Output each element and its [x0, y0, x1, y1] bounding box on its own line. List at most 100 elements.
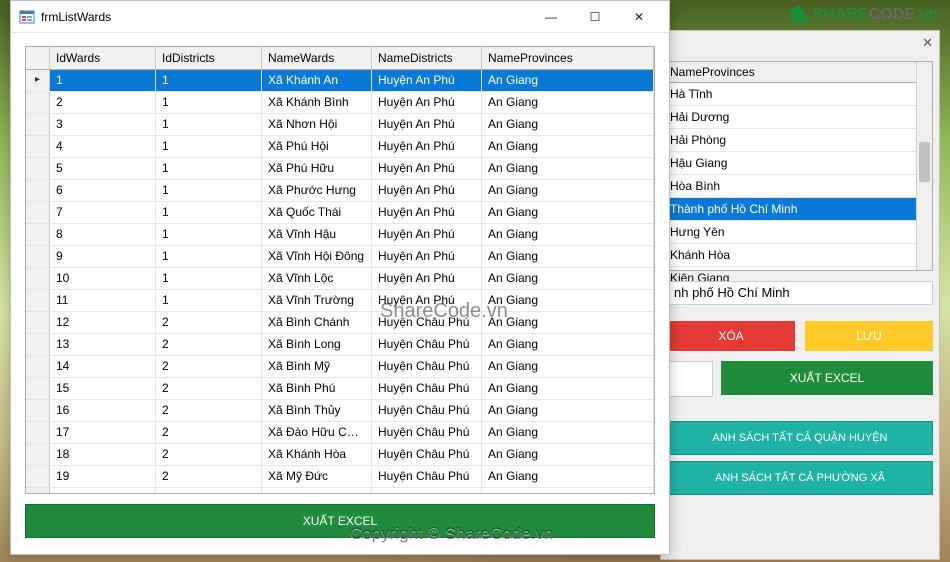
- cell-iddistricts[interactable]: 2: [156, 466, 262, 487]
- cell-iddistricts[interactable]: 2: [156, 334, 262, 355]
- col-nameprovinces[interactable]: NameProvinces: [482, 47, 654, 69]
- cell-idwards[interactable]: 16: [50, 400, 156, 421]
- cell-nameprovinces[interactable]: An Giang: [482, 114, 654, 135]
- cell-namewards[interactable]: Xã Vĩnh Hội Đông: [262, 246, 372, 267]
- table-row[interactable]: 51Xã Phú HữuHuyện An PhúAn Giang: [26, 158, 654, 180]
- small-input[interactable]: [667, 361, 713, 397]
- cell-namedistricts[interactable]: Huyện An Phú: [372, 290, 482, 311]
- row-header[interactable]: [26, 488, 50, 494]
- cell-nameprovinces[interactable]: An Giang: [482, 268, 654, 289]
- cell-namedistricts[interactable]: Huyện Châu Phú: [372, 466, 482, 487]
- cell-iddistricts[interactable]: 2: [156, 378, 262, 399]
- province-row[interactable]: Hà Tĩnh: [662, 83, 932, 106]
- province-row[interactable]: Hưng Yên: [662, 221, 932, 244]
- cell-nameprovinces[interactable]: An Giang: [482, 378, 654, 399]
- row-header[interactable]: [26, 334, 50, 355]
- cell-idwards[interactable]: 12: [50, 312, 156, 333]
- cell-iddistricts[interactable]: 1: [156, 114, 262, 135]
- cell-namedistricts[interactable]: Huyện Châu Phú: [372, 312, 482, 333]
- cell-idwards[interactable]: 20: [50, 488, 156, 494]
- cell-nameprovinces[interactable]: An Giang: [482, 466, 654, 487]
- province-row[interactable]: Hải Dương: [662, 106, 932, 129]
- cell-namewards[interactable]: Xã Nhơn Hội: [262, 114, 372, 135]
- cell-nameprovinces[interactable]: An Giang: [482, 290, 654, 311]
- cell-nameprovinces[interactable]: An Giang: [482, 488, 654, 494]
- cell-nameprovinces[interactable]: An Giang: [482, 180, 654, 201]
- row-header[interactable]: [26, 136, 50, 157]
- table-row[interactable]: 202Xã Mỹ PhúHuyện Châu PhúAn Giang: [26, 488, 654, 494]
- province-name-input[interactable]: nh phố Hồ Chí Minh: [667, 281, 933, 305]
- cell-namedistricts[interactable]: Huyện An Phú: [372, 180, 482, 201]
- row-header[interactable]: [26, 92, 50, 113]
- save-button[interactable]: LƯU: [805, 321, 933, 351]
- row-header[interactable]: [26, 378, 50, 399]
- row-header[interactable]: [26, 202, 50, 223]
- cell-namewards[interactable]: Xã Mỹ Đức: [262, 466, 372, 487]
- col-namewards[interactable]: NameWards: [262, 47, 372, 69]
- cell-idwards[interactable]: 11: [50, 290, 156, 311]
- province-row[interactable]: Hậu Giang: [662, 152, 932, 175]
- scrollbar[interactable]: [916, 62, 932, 270]
- table-row[interactable]: 152Xã Bình PhúHuyện Châu PhúAn Giang: [26, 378, 654, 400]
- cell-idwards[interactable]: 5: [50, 158, 156, 179]
- cell-idwards[interactable]: 10: [50, 268, 156, 289]
- minimize-button[interactable]: —: [529, 2, 573, 32]
- row-header[interactable]: [26, 268, 50, 289]
- col-namedistricts[interactable]: NameDistricts: [372, 47, 482, 69]
- table-row[interactable]: 172Xã Đào Hữu CảnhHuyện Châu PhúAn Giang: [26, 422, 654, 444]
- cell-iddistricts[interactable]: 2: [156, 444, 262, 465]
- cell-namedistricts[interactable]: Huyện An Phú: [372, 114, 482, 135]
- table-row[interactable]: 182Xã Khánh HòaHuyện Châu PhúAn Giang: [26, 444, 654, 466]
- wards-grid[interactable]: IdWards IdDistricts NameWards NameDistri…: [25, 46, 655, 494]
- col-iddistricts[interactable]: IdDistricts: [156, 47, 262, 69]
- cell-iddistricts[interactable]: 1: [156, 290, 262, 311]
- province-row[interactable]: Thành phố Hồ Chí Minh: [662, 198, 932, 221]
- table-row[interactable]: 61Xã Phước HưngHuyện An PhúAn Giang: [26, 180, 654, 202]
- titlebar[interactable]: frmListWards — ☐ ✕: [11, 1, 669, 33]
- cell-namedistricts[interactable]: Huyện An Phú: [372, 202, 482, 223]
- cell-idwards[interactable]: 7: [50, 202, 156, 223]
- cell-namewards[interactable]: Xã Khánh Bình: [262, 92, 372, 113]
- cell-nameprovinces[interactable]: An Giang: [482, 356, 654, 377]
- cell-namedistricts[interactable]: Huyện Châu Phú: [372, 488, 482, 494]
- cell-namedistricts[interactable]: Huyện Châu Phú: [372, 400, 482, 421]
- cell-namedistricts[interactable]: Huyện An Phú: [372, 92, 482, 113]
- cell-nameprovinces[interactable]: An Giang: [482, 444, 654, 465]
- row-header[interactable]: [26, 158, 50, 179]
- cell-namewards[interactable]: Xã Bình Long: [262, 334, 372, 355]
- table-row[interactable]: 101Xã Vĩnh LộcHuyện An PhúAn Giang: [26, 268, 654, 290]
- provinces-grid[interactable]: NameProvinces Hà TĩnhHải DươngHải PhòngH…: [661, 61, 933, 271]
- cell-nameprovinces[interactable]: An Giang: [482, 312, 654, 333]
- cell-iddistricts[interactable]: 1: [156, 202, 262, 223]
- close-button[interactable]: ✕: [617, 2, 661, 32]
- cell-nameprovinces[interactable]: An Giang: [482, 202, 654, 223]
- cell-namewards[interactable]: Xã Bình Mỹ: [262, 356, 372, 377]
- close-icon[interactable]: ✕: [922, 35, 933, 51]
- cell-idwards[interactable]: 13: [50, 334, 156, 355]
- row-header[interactable]: [26, 400, 50, 421]
- cell-namedistricts[interactable]: Huyện An Phú: [372, 246, 482, 267]
- cell-idwards[interactable]: 6: [50, 180, 156, 201]
- cell-idwards[interactable]: 14: [50, 356, 156, 377]
- province-row[interactable]: Hải Phòng: [662, 129, 932, 152]
- row-header[interactable]: [26, 422, 50, 443]
- cell-nameprovinces[interactable]: An Giang: [482, 334, 654, 355]
- cell-namewards[interactable]: Xã Phú Hội: [262, 136, 372, 157]
- cell-iddistricts[interactable]: 1: [156, 180, 262, 201]
- row-header[interactable]: [26, 312, 50, 333]
- cell-nameprovinces[interactable]: An Giang: [482, 70, 654, 91]
- table-row[interactable]: 192Xã Mỹ ĐứcHuyện Châu PhúAn Giang: [26, 466, 654, 488]
- cell-iddistricts[interactable]: 1: [156, 224, 262, 245]
- cell-iddistricts[interactable]: 1: [156, 246, 262, 267]
- cell-namewards[interactable]: Xã Bình Thủy: [262, 400, 372, 421]
- cell-namedistricts[interactable]: Huyện An Phú: [372, 136, 482, 157]
- table-row[interactable]: 142Xã Bình MỹHuyện Châu PhúAn Giang: [26, 356, 654, 378]
- row-header[interactable]: [26, 246, 50, 267]
- cell-namewards[interactable]: Xã Khánh Hòa: [262, 444, 372, 465]
- list-wards-button[interactable]: ANH SÁCH TẤT CẢ PHƯỜNG XÃ: [667, 461, 933, 495]
- cell-namewards[interactable]: Xã Vĩnh Lộc: [262, 268, 372, 289]
- row-header[interactable]: [26, 466, 50, 487]
- cell-namewards[interactable]: Xã Vĩnh Hậu: [262, 224, 372, 245]
- cell-idwards[interactable]: 3: [50, 114, 156, 135]
- table-row[interactable]: 31Xã Nhơn HộiHuyện An PhúAn Giang: [26, 114, 654, 136]
